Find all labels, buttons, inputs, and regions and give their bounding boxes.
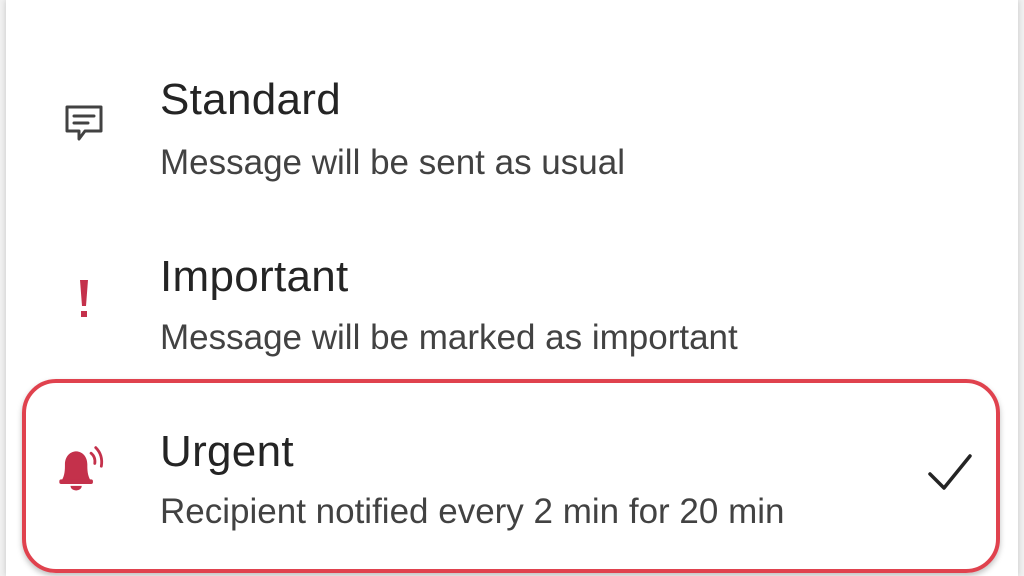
bell-ringing-icon [50,442,106,498]
exclamation-icon [56,271,112,327]
checkmark-icon [928,454,972,490]
message-priority-menu: Standard Message will be sent as usual I… [6,0,1018,576]
priority-option-urgent[interactable]: Urgent Recipient notified every 2 min fo… [6,380,1018,550]
priority-option-important[interactable]: Important Message will be marked as impo… [6,175,1018,355]
option-title: Important [160,252,349,301]
message-icon [56,96,112,152]
option-description: Recipient notified every 2 min for 20 mi… [160,492,785,531]
option-description: Message will be marked as important [160,318,738,357]
priority-option-standard[interactable]: Standard Message will be sent as usual [6,0,1018,180]
option-title: Standard [160,75,341,124]
option-title: Urgent [160,427,294,476]
